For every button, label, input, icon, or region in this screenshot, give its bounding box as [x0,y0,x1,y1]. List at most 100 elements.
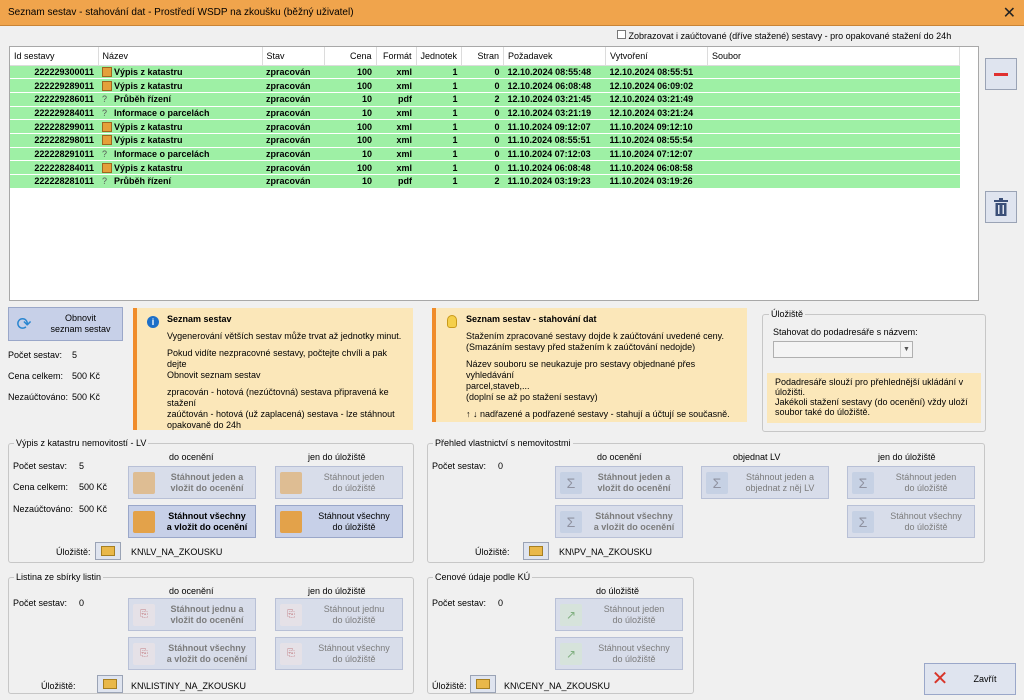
col-price[interactable]: Cena [324,47,377,66]
cell-requested: 11.10.2024 03:19:23 [503,174,606,189]
reports-table[interactable]: Id sestavy Název Stav Cena Formát Jednot… [9,46,979,301]
cell-state-text: zpracován [266,66,311,77]
cell-name: ? Informace o parcelách [98,106,262,121]
close-icon[interactable]: ✕ [1003,3,1016,23]
trash-icon [994,198,1008,216]
table-row[interactable]: 222229300011 Výpis z katastru zpracován 100… [10,65,960,80]
folder-icon [529,546,543,556]
storage-subdir-select[interactable]: ▼ [773,341,913,358]
refresh-button[interactable]: ⟳ Obnovit seznam sestav [8,307,123,341]
ceny-folder-button[interactable] [470,675,496,693]
col-created[interactable]: Vytvoření [605,47,709,66]
lv-download-one-storage-button[interactable]: Stáhnout jeden do úložiště [275,466,403,499]
col-file[interactable]: Soubor [707,47,960,66]
info1-text-2b: Obnovit seznam sestav [167,370,261,380]
lv-count-value: 5 [79,461,85,471]
show-billed-toggle[interactable]: Zobrazovat i zaúčtované (dříve stažené) … [617,30,951,41]
info1-text-1: Vygenerování větších sestav může trvat a… [167,331,402,341]
cell-price-text: 100 [356,162,372,173]
info1-title: Seznam sestav [167,314,232,324]
col-name[interactable]: Název [98,47,263,66]
pv-download-all-valuation-button[interactable]: Σ Stáhnout všechny a vložit do ocenění [555,505,683,538]
close-button[interactable]: ✕ Zavřít [924,663,1016,695]
listiny-folder-button[interactable] [97,675,123,693]
listiny-group: Listina ze sbírky listin Počet sestav: 0… [8,572,414,694]
cell-created-text: 12.10.2024 03:21:49 [609,94,694,105]
col-requested[interactable]: Požadavek [503,47,607,66]
lv-download-all-storage-button[interactable]: Stáhnout všechny do úložiště [275,505,403,538]
pv-download-one-valuation-button[interactable]: Σ Stáhnout jeden a vložit do ocenění [555,466,683,499]
delete-button[interactable] [985,191,1017,223]
cell-name-text: Průběh řízení [114,94,172,105]
cell-price: 100 [324,119,376,134]
lv-folder-button[interactable] [95,542,121,560]
storage-note-2: úložišti. [775,387,806,397]
table-row[interactable]: 222228291011? Informace o parcelách zpraco… [10,147,960,162]
cell-units: 1 [416,160,462,175]
pv-download-order-lv-button[interactable]: Σ Stáhnout jeden a objednat z něj LV [701,466,829,499]
ceny-legend: Cenové údaje podle KÚ [433,572,533,582]
pv-b4-line2: a vložit do ocenění [593,521,675,532]
listiny-download-all-storage-button[interactable]: ⎘ Stáhnout všechny do úložiště [275,637,403,670]
storage-subdir-label: Stahovat do podadresáře s názvem: [773,327,918,337]
info2-text-3: ↑ ↓ nadřazené a podřazené sestavy - stah… [466,409,730,419]
cell-units-text: 1 [452,107,458,118]
ceny-b2-line2: do úložiště [612,653,656,664]
col-units[interactable]: Jednotek [416,47,463,66]
col-id[interactable]: Id sestavy [10,47,99,66]
pv-legend: Přehled vlastnictví s nemovitostmi [433,438,573,448]
cell-created: 11.10.2024 06:08:58 [605,160,708,175]
table-row[interactable]: 222228299011 Výpis z katastru zpracován 100… [10,119,960,134]
table-row[interactable]: 222228298011 Výpis z katastru zpracován 100… [10,133,960,148]
pv-folder-button[interactable] [523,542,549,560]
listiny-download-one-storage-button[interactable]: ⎘ Stáhnout jednu do úložiště [275,598,403,631]
cell-units-text: 1 [452,121,458,132]
listiny-download-one-valuation-button[interactable]: ⎘ Stáhnout jednu a vložit do ocenění [128,598,256,631]
trend-icon: ↗ [560,603,582,626]
table-row[interactable]: 222229286011? Průběh řízení zpracován 10 pdf… [10,92,960,107]
cell-format: xml [376,65,416,80]
cell-file [707,65,960,80]
pv-download-all-storage-button[interactable]: Σ Stáhnout všechny do úložiště [847,505,975,538]
show-billed-checkbox[interactable] [617,30,626,39]
table-row[interactable]: 222228281011? Průběh řízení zpracován 10 pdf… [10,174,960,189]
storage-note-3: Jakékoli stažení sestavy (do ocenění) vž… [775,397,968,407]
pv-b1-line2: vložit do ocenění [597,482,671,493]
minus-icon [994,72,1008,76]
scroll-icon [102,121,112,132]
lv-total-value: 500 Kč [79,482,108,492]
cell-pages-text: 2 [494,94,500,105]
table-row[interactable]: 222229289011 Výpis z katastru zpracován 100… [10,78,960,93]
total-count-label: Počet sestav: [8,350,63,360]
cell-units-text: 1 [452,135,458,146]
question-icon: ? [102,176,108,187]
cell-name: ? Průběh řízení [98,92,262,107]
lv-storage-path: KN\LV_NA_ZKOUSKU [131,547,223,557]
lv-download-one-valuation-button[interactable]: Stáhnout jeden a vložit do ocenění [128,466,256,499]
cell-created: 11.10.2024 07:12:07 [605,147,708,162]
remove-button[interactable] [985,58,1017,90]
lv-count-label: Počet sestav: [13,461,68,471]
table-row[interactable]: 222229284011? Informace o parcelách zpraco… [10,106,960,121]
col-state[interactable]: Stav [262,47,325,66]
info-panel-download: Seznam sestav - stahování dat Stažením z… [432,308,747,422]
ceny-count-value: 0 [498,598,504,608]
lv-download-all-valuation-button[interactable]: Stáhnout všechny a vložit do ocenění [128,505,256,538]
cell-state-text: zpracován [266,94,311,105]
cell-units-text: 1 [452,80,458,91]
cell-state: zpracován [262,147,324,162]
pv-download-one-storage-button[interactable]: Σ Stáhnout jeden do úložiště [847,466,975,499]
cell-pages-text: 2 [494,176,500,187]
cell-requested: 12.10.2024 08:55:48 [503,65,606,80]
table-row[interactable]: 222228284011 Výpis z katastru zpracován 100… [10,160,960,175]
cell-pages: 2 [461,92,504,107]
listiny-download-all-valuation-button[interactable]: ⎘ Stáhnout všechny a vložit do ocenění [128,637,256,670]
col-format[interactable]: Formát [376,47,417,66]
cell-pages-text: 0 [494,148,500,159]
cell-requested-text: 12.10.2024 03:21:19 [507,107,592,118]
ceny-download-one-storage-button[interactable]: ↗ Stáhnout jeden do úložiště [555,598,683,631]
col-pages[interactable]: Stran [461,47,505,66]
chevron-down-icon[interactable]: ▼ [900,342,912,357]
ceny-download-all-storage-button[interactable]: ↗ Stáhnout všechny do úložiště [555,637,683,670]
cell-id: 222229289011 [10,78,98,93]
